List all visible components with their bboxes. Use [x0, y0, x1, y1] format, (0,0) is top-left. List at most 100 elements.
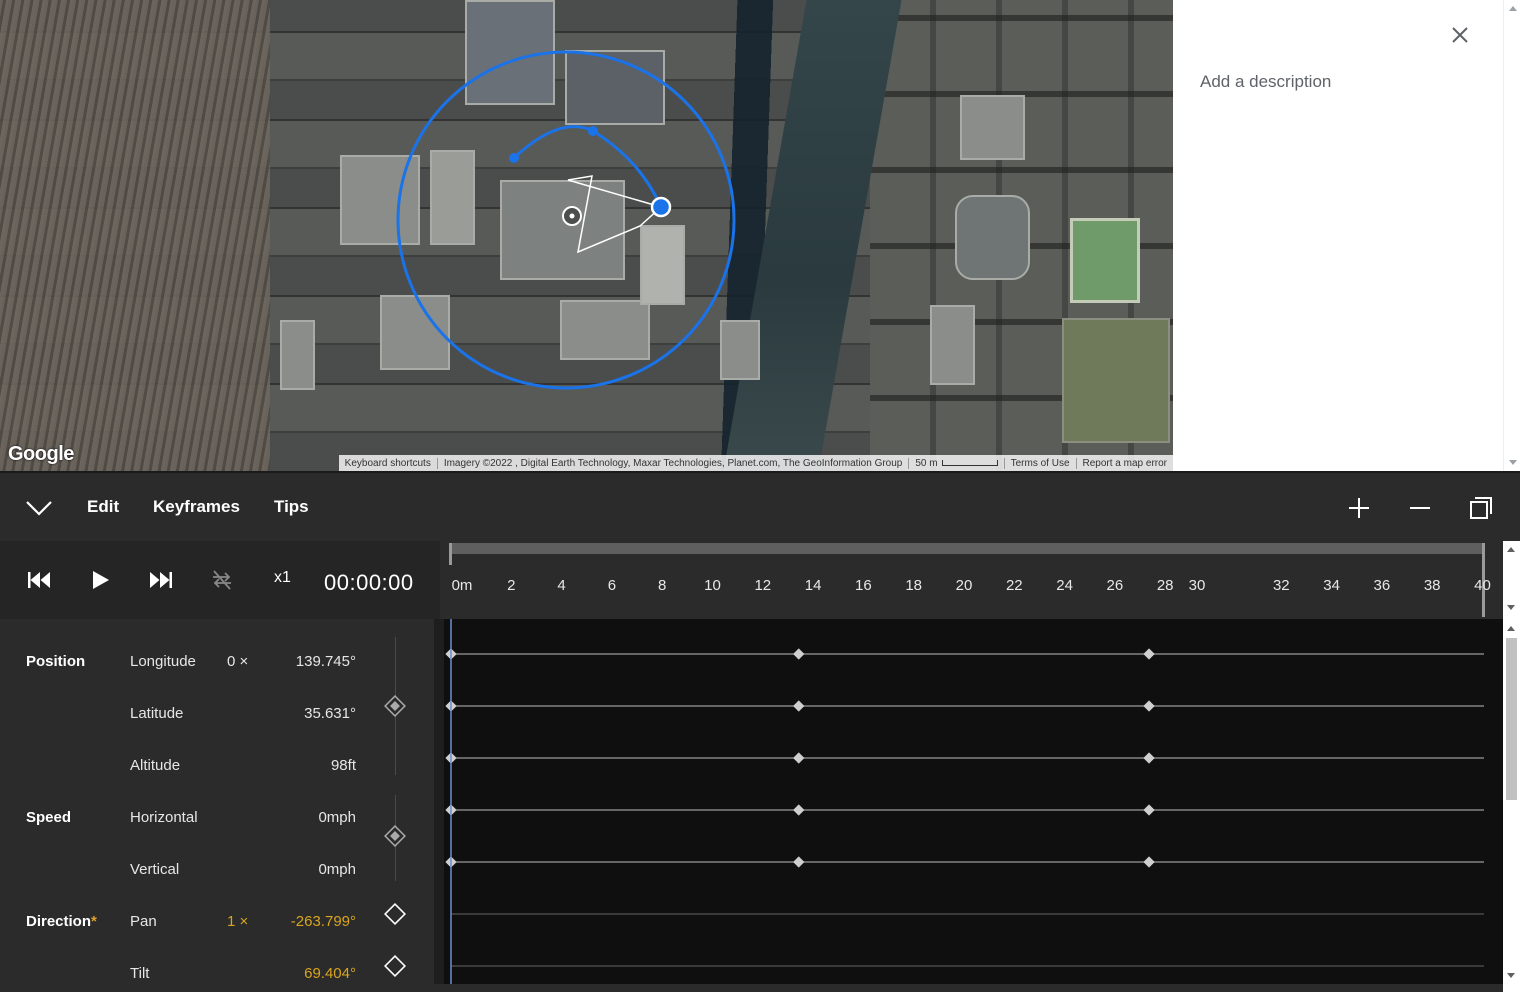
editor-menubar: Edit Keyframes Tips: [0, 471, 1520, 541]
property-row-latitude: Latitude 35.631°: [0, 679, 434, 731]
add-keyframe-icon[interactable]: [384, 903, 406, 925]
playback-speed[interactable]: x1: [274, 569, 291, 587]
keyboard-shortcuts-link[interactable]: Keyboard shortcuts: [339, 458, 437, 469]
camera-position-marker[interactable]: [650, 196, 672, 218]
track-canvas[interactable]: [444, 619, 1503, 992]
property-value[interactable]: 98ft: [331, 757, 356, 774]
terms-link[interactable]: Terms of Use: [1003, 457, 1076, 469]
multiplier[interactable]: 1 ×: [227, 913, 248, 930]
modified-marker: *: [91, 913, 97, 930]
skip-to-end-icon[interactable]: [148, 568, 174, 592]
scale-bar: [941, 459, 998, 466]
ruler-tick-label: 24: [1056, 577, 1073, 594]
property-row-pan: Direction* Pan 1 × -263.799°: [0, 887, 434, 939]
skip-to-start-icon[interactable]: [26, 568, 52, 592]
orbit-handle[interactable]: [509, 153, 519, 163]
menu-tips[interactable]: Tips: [274, 497, 309, 517]
ruler-tick-label: 40: [1474, 577, 1491, 594]
loop-off-icon[interactable]: [209, 568, 235, 592]
report-error-link[interactable]: Report a map error: [1075, 457, 1173, 469]
property-row-vertical-speed: Vertical 0mph: [0, 835, 434, 887]
ruler-tick-label: 34: [1323, 577, 1340, 594]
group-name: Direction: [26, 913, 92, 930]
property-row-longitude: Position Longitude 0 × 139.745°: [0, 627, 434, 679]
ruler-tick-label: 2: [507, 577, 516, 594]
group-label: Direction*: [26, 913, 97, 930]
timecode-display: 00:00:00: [324, 570, 414, 595]
orbit-path-arc[interactable]: [512, 125, 663, 208]
play-icon[interactable]: [88, 568, 114, 592]
orbit-handle[interactable]: [588, 126, 598, 136]
keyframe-marker[interactable]: [1143, 752, 1155, 764]
ruler-tick-label: 4: [557, 577, 566, 594]
ruler-tick-label: 36: [1373, 577, 1391, 594]
keyframe-tracks[interactable]: [444, 619, 1503, 992]
zoom-out-icon[interactable]: [1405, 493, 1435, 523]
property-row-horizontal-speed: Speed Horizontal 0mph: [0, 783, 434, 835]
ruler-tick-label: 0m: [451, 577, 473, 594]
property-value[interactable]: 69.404°: [304, 965, 356, 982]
multiplier[interactable]: 0 ×: [227, 653, 248, 670]
ruler-tick-label: 30: [1188, 577, 1206, 594]
property-name: Pan: [130, 913, 157, 930]
focus-target-dot: [569, 213, 575, 219]
timeline-ruler[interactable]: 0m 2 4 6 8 10 12 14 16 18 20 22 24 26 28 30 32 34 36 38 40: [440, 541, 1503, 619]
orbit-overlay[interactable]: [0, 0, 1173, 471]
keyframe-marker[interactable]: [793, 804, 805, 816]
ruler-tick-label: 18: [905, 577, 923, 594]
property-name: Horizontal: [130, 809, 198, 826]
property-value[interactable]: 139.745°: [296, 653, 356, 670]
scroll-up-icon[interactable]: [1509, 6, 1517, 11]
scroll-down-icon[interactable]: [1507, 973, 1515, 978]
keyframe-marker[interactable]: [1143, 804, 1155, 816]
keyframe-marker[interactable]: [1143, 856, 1155, 868]
scale-indicator[interactable]: 50 m: [908, 457, 1003, 469]
property-name: Altitude: [130, 757, 181, 774]
panel-divider[interactable]: [434, 619, 444, 992]
ruler-tick-label: 10: [704, 577, 721, 594]
keyframe-diamond-icon[interactable]: [384, 825, 406, 847]
menu-keyframes[interactable]: Keyframes: [153, 497, 240, 517]
scrollbar-thumb[interactable]: [1506, 638, 1517, 800]
add-keyframe-icon[interactable]: [384, 955, 406, 977]
ruler-tick-label: 28: [1156, 577, 1174, 594]
map-view[interactable]: Google Keyboard shortcuts Imagery ©2022 …: [0, 0, 1173, 471]
keyframe-diamond-icon[interactable]: [384, 695, 406, 717]
keyframe-marker[interactable]: [1143, 700, 1155, 712]
property-value[interactable]: 0mph: [318, 861, 356, 878]
ruler-tick-label: 6: [607, 577, 617, 594]
scroll-down-icon[interactable]: [1507, 605, 1515, 610]
ruler-tick-label: 22: [1005, 577, 1023, 594]
scroll-up-icon[interactable]: [1507, 626, 1515, 631]
property-value[interactable]: -263.799°: [291, 913, 356, 930]
keyframe-marker[interactable]: [793, 648, 805, 660]
ruler-tick-label: 8: [658, 577, 667, 594]
map-attribution: Keyboard shortcuts Imagery ©2022 , Digit…: [338, 455, 1173, 471]
keyframe-marker[interactable]: [1143, 648, 1155, 660]
bottom-edge: [0, 984, 1503, 992]
zoom-in-icon[interactable]: [1344, 493, 1374, 523]
menu-edit[interactable]: Edit: [87, 497, 119, 517]
chevron-down-icon[interactable]: [22, 493, 56, 523]
description-input[interactable]: Add a description: [1200, 72, 1331, 92]
group-label: Speed: [26, 809, 72, 826]
keyframe-marker[interactable]: [793, 856, 805, 868]
camera-frustum: [567, 175, 663, 254]
timeline-scrollbar[interactable]: [1503, 541, 1520, 992]
ruler-tick-label: 16: [855, 577, 872, 594]
property-value[interactable]: 35.631°: [304, 705, 356, 722]
fit-icon[interactable]: [1466, 493, 1496, 523]
close-icon[interactable]: [1449, 24, 1471, 46]
keyframe-marker[interactable]: [793, 700, 805, 712]
description-scrollbar[interactable]: [1503, 0, 1520, 471]
scroll-down-icon[interactable]: [1509, 460, 1517, 465]
timeline-scrubber-track[interactable]: [449, 543, 1485, 617]
property-value[interactable]: 0mph: [318, 809, 356, 826]
imagery-credit: Imagery ©2022 , Digital Earth Technology…: [436, 457, 909, 469]
keyframe-marker[interactable]: [793, 752, 805, 764]
group-label: Position: [26, 653, 86, 670]
ruler-tick-label: 32: [1272, 577, 1290, 594]
ruler-tick-label: 38: [1423, 577, 1441, 594]
scroll-up-icon[interactable]: [1507, 547, 1515, 552]
property-name: Tilt: [130, 965, 150, 982]
